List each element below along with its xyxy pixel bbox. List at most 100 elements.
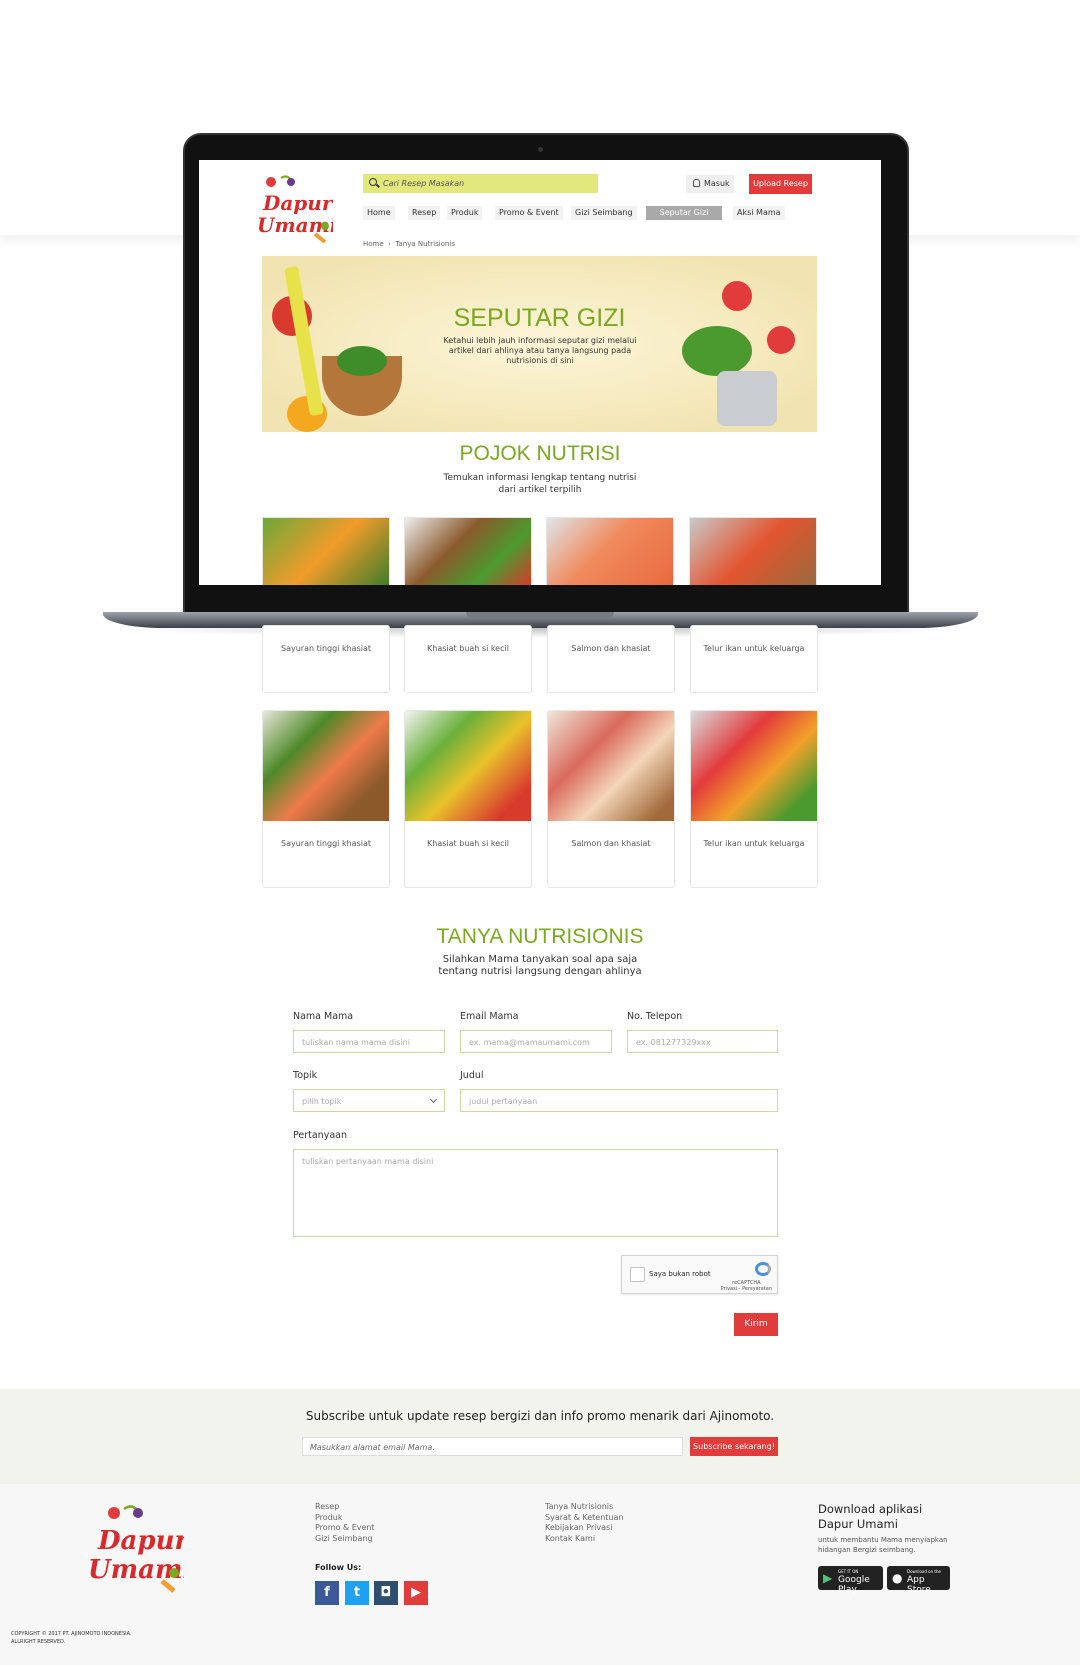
topic-value: pilih topik: [302, 1097, 342, 1106]
article-card-caption: Khasiat buah si kecil: [427, 839, 509, 848]
facebook-icon[interactable]: f: [315, 1581, 339, 1605]
nav-aksi-mama[interactable]: Aksi Mama: [733, 206, 785, 220]
footer-link-syarat[interactable]: Syarat & Ketentuan: [545, 1513, 623, 1524]
download-title-line2: Dapur Umami: [818, 1517, 898, 1531]
article-card-caption: Telur ikan untuk keluarga: [703, 839, 805, 848]
dapur-umami-logo[interactable]: Dapur Umami: [255, 174, 333, 244]
google-play-big: Google Play: [838, 1575, 870, 1595]
nav-seputar-gizi[interactable]: Seputar Gizi: [646, 206, 722, 220]
vegetables-image: [337, 346, 387, 376]
submit-button[interactable]: Kirim: [734, 1313, 778, 1336]
tanya-subtitle: Silahkan Mama tanyakan soal apa saja ten…: [390, 954, 690, 978]
email-label: Email Mama: [460, 1011, 519, 1022]
screen-thumb-roe[interactable]: [689, 517, 817, 585]
app-store-big: App Store: [907, 1575, 931, 1595]
article-card-caption: Sayuran tinggi khasiat: [281, 839, 371, 848]
article-thumb-heart-bowl: [691, 711, 817, 821]
article-card[interactable]: Salmon dan khasiat: [547, 625, 675, 693]
article-card[interactable]: Sayuran tinggi khasiat: [262, 625, 390, 693]
download-subtitle: untuk membantu Mama menyiapkan hidangan …: [818, 1536, 948, 1554]
subscribe-email-input[interactable]: Masukkan alamat email Mama.: [302, 1437, 683, 1456]
article-card[interactable]: Sayuran tinggi khasiat: [262, 710, 390, 888]
twitter-icon[interactable]: t: [345, 1581, 369, 1605]
hero-banner: SEPUTAR GIZI Ketahui lebih jauh informas…: [262, 256, 817, 432]
recaptcha-widget: Saya bukan robot reCAPTCHA Privasi - Per…: [621, 1255, 778, 1294]
article-card[interactable]: Salmon dan khasiat: [547, 710, 675, 888]
hero-title: SEPUTAR GIZI: [453, 304, 626, 332]
user-icon: [693, 179, 700, 187]
nav-resep[interactable]: Resep: [408, 206, 441, 220]
follow-us-label: Follow Us:: [315, 1563, 362, 1572]
footer-link-gizi[interactable]: Gizi Seimbang: [315, 1534, 375, 1545]
footer-link-kebijakan[interactable]: Kebijakan Privasi: [545, 1523, 623, 1534]
article-card-caption: Salmon dan khasiat: [571, 839, 651, 848]
footer-logo[interactable]: Dapur Umami: [84, 1503, 184, 1595]
nav-promo-event[interactable]: Promo & Event: [495, 206, 563, 220]
recaptcha-checkbox[interactable]: [630, 1267, 645, 1282]
search-input[interactable]: Cari Resep Masakan: [363, 174, 598, 193]
judul-label: Judul: [460, 1070, 484, 1081]
page: Dapur Umami Cari Resep Masakan Masuk Upl…: [0, 0, 1080, 1665]
judul-field[interactable]: judul pertanyaan: [460, 1089, 778, 1112]
tanya-sub-line2: tentang nutrisi langsung dengan ahlinya: [438, 966, 642, 977]
article-card-caption: Telur ikan untuk keluarga: [703, 644, 805, 653]
footer-link-tanya[interactable]: Tanya Nutrisionis: [545, 1502, 623, 1513]
google-play-small: GET IT ON: [838, 1569, 859, 1574]
google-play-badge[interactable]: ▶ GET IT ON Google Play: [818, 1566, 883, 1595]
scale-pot-image: [717, 371, 777, 426]
footer-links-col2: Tanya Nutrisionis Syarat & Ketentuan Keb…: [545, 1502, 623, 1544]
nav-gizi-seimbang[interactable]: Gizi Seimbang: [571, 206, 637, 220]
email-field[interactable]: ex. mama@mamaumami.com: [460, 1030, 612, 1053]
phone-field[interactable]: ex. 081277329xxx: [627, 1030, 778, 1053]
copyright: COPYRIGHT © 2017 PT. AJINOMOTO INDONESIA…: [11, 1630, 132, 1646]
app-store-badge[interactable]: ● Download on the App Store: [887, 1566, 950, 1595]
recaptcha-text: reCAPTCHA Privasi - Persyaratan: [721, 1280, 772, 1292]
question-textarea[interactable]: tuliskan pertanyaan mama disini: [293, 1149, 778, 1237]
footer-link-kontak[interactable]: Kontak Kami: [545, 1534, 623, 1545]
pojok-title-screen: POJOK NUTRISI: [459, 442, 621, 465]
instagram-icon[interactable]: ◘: [374, 1581, 398, 1605]
article-card[interactable]: Telur ikan untuk keluarga: [690, 625, 818, 693]
google-play-icon: ▶: [823, 1571, 833, 1585]
upload-recipe-button[interactable]: Upload Resep: [749, 174, 812, 194]
article-card[interactable]: Khasiat buah si kecil: [404, 625, 532, 693]
breadcrumb-current: Tanya Nutrisionis: [395, 240, 456, 248]
login-label: Masuk: [704, 179, 730, 188]
article-card[interactable]: Telur ikan untuk keluarga: [690, 710, 818, 888]
breadcrumb: Home › Tanya Nutrisionis: [363, 240, 455, 248]
footer-link-promo[interactable]: Promo & Event: [315, 1523, 375, 1534]
footer-link-resep[interactable]: Resep: [315, 1502, 375, 1513]
apple-icon: ●: [892, 1571, 903, 1585]
tanya-sub-line1: Silahkan Mama tanyakan soal apa saja: [442, 954, 638, 965]
article-thumb-protein: [548, 711, 674, 821]
laptop-notch: [466, 612, 614, 618]
tanya-title: TANYA NUTRISIONIS: [436, 925, 644, 948]
chevron-down-icon: [429, 1095, 438, 1104]
footer-link-produk[interactable]: Produk: [315, 1513, 375, 1524]
logo-line1: Dapur: [262, 191, 333, 215]
login-button[interactable]: Masuk: [686, 175, 734, 193]
topic-select[interactable]: pilih topik: [293, 1089, 445, 1112]
article-thumb-salmon-avocado: [263, 711, 389, 821]
nav-produk[interactable]: Produk: [447, 206, 483, 220]
recaptcha-links[interactable]: Privasi - Persyaratan: [721, 1286, 772, 1292]
screen-thumb-basket[interactable]: [404, 517, 532, 585]
download-title-line1: Download aplikasi: [818, 1502, 923, 1516]
name-field[interactable]: tuliskan nama mama disini: [293, 1030, 445, 1053]
phone-label: No. Telepon: [627, 1011, 683, 1022]
article-card[interactable]: Khasiat buah si kecil: [404, 710, 532, 888]
recaptcha-icon: [755, 1262, 771, 1276]
footer-links-col1: Resep Produk Promo & Event Gizi Seimbang: [315, 1502, 375, 1544]
app-store-small: Download on the: [907, 1569, 941, 1574]
nav-home[interactable]: Home: [363, 206, 395, 220]
copyright-line1: COPYRIGHT © 2017 PT. AJINOMOTO INDONESIA…: [11, 1631, 132, 1637]
article-card-caption: Salmon dan khasiat: [571, 644, 651, 653]
screen-thumb-salmon[interactable]: [546, 517, 674, 585]
breadcrumb-separator: ›: [388, 240, 391, 248]
breadcrumb-home[interactable]: Home: [363, 240, 384, 248]
subscribe-button[interactable]: Subscribe sekarang!: [690, 1437, 778, 1456]
screen-thumb-vegetables[interactable]: [262, 517, 390, 585]
pojok-subtitle-screen: Temukan informasi lengkap tentang nutris…: [399, 472, 681, 496]
youtube-icon[interactable]: ▶: [404, 1581, 428, 1605]
search-placeholder: Cari Resep Masakan: [383, 179, 465, 188]
